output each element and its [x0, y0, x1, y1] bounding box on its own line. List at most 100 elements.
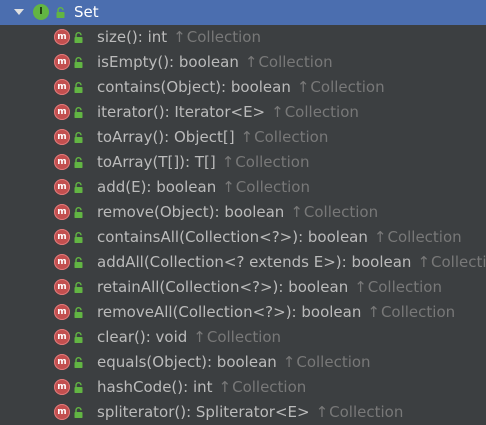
tree-node-method[interactable]: m size(): int ↑Collection — [0, 25, 486, 50]
public-lock-icon — [74, 282, 83, 293]
method-signature: removeAll(Collection<?>): boolean — [97, 303, 362, 321]
method-origin: Collection — [186, 28, 261, 46]
method-label: clear(): void ↑Collection — [97, 328, 281, 347]
tree-node-method[interactable]: m clear(): void ↑Collection — [0, 325, 486, 350]
method-signature: size(): int — [97, 28, 168, 46]
method-label: addAll(Collection<? extends E>): boolean… — [97, 253, 486, 272]
method-icon: m — [54, 254, 70, 270]
method-icon: m — [54, 379, 70, 395]
method-icon: m — [54, 204, 70, 220]
inherited-arrow-icon: ↑ — [173, 28, 186, 46]
method-icon: m — [54, 229, 70, 245]
public-lock-icon — [74, 57, 83, 68]
method-icon: m — [54, 54, 70, 70]
method-label: contains(Object): boolean ↑Collection — [97, 78, 385, 97]
method-icon: m — [54, 279, 70, 295]
method-icon: m — [54, 304, 70, 320]
method-icon: m — [54, 329, 70, 345]
public-lock-icon — [74, 182, 83, 193]
method-label: add(E): boolean ↑Collection — [97, 178, 310, 197]
inherited-arrow-icon: ↑ — [367, 303, 380, 321]
inherited-arrow-icon: ↑ — [221, 153, 235, 171]
method-origin: Collection — [284, 103, 359, 121]
method-signature: clear(): void — [97, 328, 188, 346]
public-lock-icon — [74, 132, 83, 143]
tree-node-method[interactable]: m hashCode(): int ↑Collection — [0, 375, 486, 400]
public-lock-icon — [74, 107, 83, 118]
public-lock-icon — [74, 332, 83, 343]
tree-node-method[interactable]: m toArray(T[]): T[] ↑Collection — [0, 150, 486, 175]
tree-node-method[interactable]: m toArray(): Object[] ↑Collection — [0, 125, 486, 150]
public-lock-icon — [74, 207, 83, 218]
node-title: Set — [74, 3, 99, 21]
tree-node-method[interactable]: m remove(Object): boolean ↑Collection — [0, 200, 486, 225]
method-signature: remove(Object): boolean — [97, 203, 285, 221]
method-signature: containsAll(Collection<?>): boolean — [97, 228, 368, 246]
inherited-arrow-icon: ↑ — [354, 278, 367, 296]
method-origin: Collection — [258, 53, 333, 71]
public-lock-icon — [74, 257, 83, 268]
tree-node-method[interactable]: m iterator(): Iterator<E> ↑Collection — [0, 100, 486, 125]
method-signature: add(E): boolean — [97, 178, 217, 196]
method-origin: Collection — [296, 353, 371, 371]
method-signature: equals(Object): boolean — [97, 353, 277, 371]
tree-node-method[interactable]: m add(E): boolean ↑Collection — [0, 175, 486, 200]
method-label: containsAll(Collection<?>): boolean ↑Coll… — [97, 228, 462, 247]
method-label: toArray(T[]): T[] ↑Collection — [97, 153, 310, 172]
tree-node-method[interactable]: m contains(Object): boolean ↑Collection — [0, 75, 486, 100]
method-origin: Collection — [235, 178, 310, 196]
method-origin: Collection — [387, 228, 462, 246]
method-origin: Collection — [380, 303, 456, 321]
method-icon: m — [54, 354, 70, 370]
public-lock-icon — [74, 32, 83, 43]
inherited-arrow-icon: ↑ — [271, 103, 284, 121]
tree-node-method[interactable]: m spliterator(): Spliterator<E> ↑Collectio… — [0, 400, 486, 425]
method-icon: m — [54, 79, 70, 95]
inherited-arrow-icon: ↑ — [282, 353, 296, 371]
method-signature: isEmpty(): boolean — [97, 53, 239, 71]
method-label: hashCode(): int ↑Collection — [97, 378, 306, 397]
method-signature: iterator(): Iterator<E> — [97, 103, 266, 121]
method-origin: Collection — [254, 128, 329, 146]
method-icon: m — [54, 29, 70, 45]
method-origin: Collection — [310, 78, 385, 96]
method-signature: hashCode(): int — [97, 378, 213, 396]
method-signature: addAll(Collection<? extends E>): boolean — [97, 253, 412, 271]
tree-node-method[interactable]: m containsAll(Collection<?>): boolean ↑Col… — [0, 225, 486, 250]
public-lock-icon — [74, 232, 83, 243]
method-signature: toArray(T[]): T[] — [97, 153, 216, 171]
inherited-arrow-icon: ↑ — [193, 328, 206, 346]
method-icon: m — [54, 404, 70, 420]
structure-tree: I Set m size(): int ↑Collection m isEmpty():… — [0, 0, 486, 425]
public-lock-icon — [74, 307, 83, 318]
public-lock-icon — [74, 157, 83, 168]
inherited-arrow-icon: ↑ — [240, 128, 254, 146]
method-origin: Collection — [235, 153, 310, 171]
inherited-arrow-icon: ↑ — [222, 178, 235, 196]
method-origin: Collection — [232, 378, 307, 396]
tree-node-method[interactable]: m isEmpty(): boolean ↑Collection — [0, 50, 486, 75]
method-icon: m — [54, 129, 70, 145]
tree-node-method[interactable]: m retainAll(Collection<?>): boolean ↑Colle… — [0, 275, 486, 300]
expand-arrow-icon[interactable] — [14, 9, 24, 15]
method-signature: contains(Object): boolean — [97, 78, 291, 96]
method-label: iterator(): Iterator<E> ↑Collection — [97, 103, 359, 122]
tree-node-method[interactable]: m addAll(Collection<? extends E>): boolea… — [0, 250, 486, 275]
public-lock-icon — [74, 382, 83, 393]
inherited-arrow-icon: ↑ — [296, 78, 310, 96]
method-label: equals(Object): boolean ↑Collection — [97, 353, 371, 372]
method-label: isEmpty(): boolean ↑Collection — [97, 53, 333, 72]
tree-node-method[interactable]: m equals(Object): boolean ↑Collection — [0, 350, 486, 375]
tree-node-set[interactable]: I Set — [0, 0, 486, 25]
method-origin: Collection — [303, 203, 379, 221]
inherited-arrow-icon: ↑ — [315, 403, 329, 421]
inherited-arrow-icon: ↑ — [373, 228, 387, 246]
method-label: remove(Object): boolean ↑Collection — [97, 203, 378, 222]
tree-node-method[interactable]: m removeAll(Collection<?>): boolean ↑Colle… — [0, 300, 486, 325]
method-icon: m — [54, 154, 70, 170]
inherited-arrow-icon: ↑ — [290, 203, 303, 221]
method-origin: Collection — [329, 403, 404, 421]
method-label: retainAll(Collection<?>): boolean ↑Collec… — [97, 278, 442, 297]
method-label: removeAll(Collection<?>): boolean ↑Collec… — [97, 303, 455, 322]
method-origin: Collection — [206, 328, 282, 346]
